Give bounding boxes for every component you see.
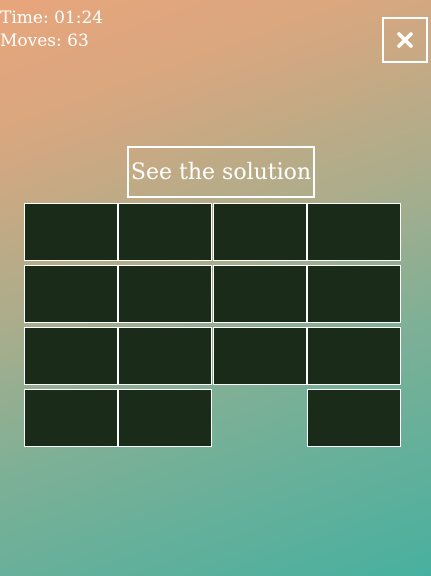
puzzle-board bbox=[24, 203, 401, 448]
tiger-image-fragment bbox=[307, 328, 400, 384]
tiger-image-fragment bbox=[119, 328, 212, 384]
tiger-image-fragment bbox=[119, 204, 212, 260]
puzzle-tile[interactable] bbox=[24, 265, 118, 323]
tiger-image-fragment bbox=[307, 390, 400, 446]
tiger-image-fragment bbox=[119, 390, 212, 446]
tiger-image-fragment bbox=[307, 266, 400, 322]
hud: Time: 01:24 Moves: 63 bbox=[0, 7, 103, 53]
puzzle-tile[interactable] bbox=[24, 203, 118, 261]
timer: Time: 01:24 bbox=[0, 8, 104, 28]
tiger-image-fragment bbox=[213, 266, 306, 322]
puzzle-tile[interactable] bbox=[212, 327, 307, 385]
close-icon bbox=[397, 32, 413, 48]
puzzle-tile[interactable] bbox=[118, 327, 213, 385]
puzzle-tile[interactable] bbox=[306, 203, 401, 261]
puzzle-tile[interactable] bbox=[212, 265, 307, 323]
tiger-image-fragment bbox=[213, 328, 306, 384]
puzzle-tile[interactable] bbox=[24, 389, 118, 447]
puzzle-tile[interactable] bbox=[118, 203, 213, 261]
puzzle-tile[interactable] bbox=[118, 265, 213, 323]
move-counter: Moves: 63 bbox=[0, 31, 89, 51]
tiger-image-fragment bbox=[25, 204, 117, 260]
tiger-image-fragment bbox=[307, 204, 400, 260]
puzzle-tile[interactable] bbox=[24, 327, 118, 385]
puzzle-tile[interactable] bbox=[212, 203, 307, 261]
puzzle-tile[interactable] bbox=[306, 327, 401, 385]
puzzle-tile[interactable] bbox=[118, 389, 213, 447]
close-button[interactable] bbox=[382, 17, 428, 63]
tiger-image-fragment bbox=[25, 328, 117, 384]
tiger-image-fragment bbox=[213, 204, 306, 260]
tiger-image-fragment bbox=[25, 266, 117, 322]
puzzle-tile[interactable] bbox=[306, 389, 401, 447]
tiger-image-fragment bbox=[119, 266, 212, 322]
see-solution-button[interactable]: See the solution bbox=[127, 146, 315, 198]
tiger-image-fragment bbox=[25, 390, 117, 446]
puzzle-tile[interactable] bbox=[306, 265, 401, 323]
see-solution-label: See the solution bbox=[130, 159, 312, 185]
